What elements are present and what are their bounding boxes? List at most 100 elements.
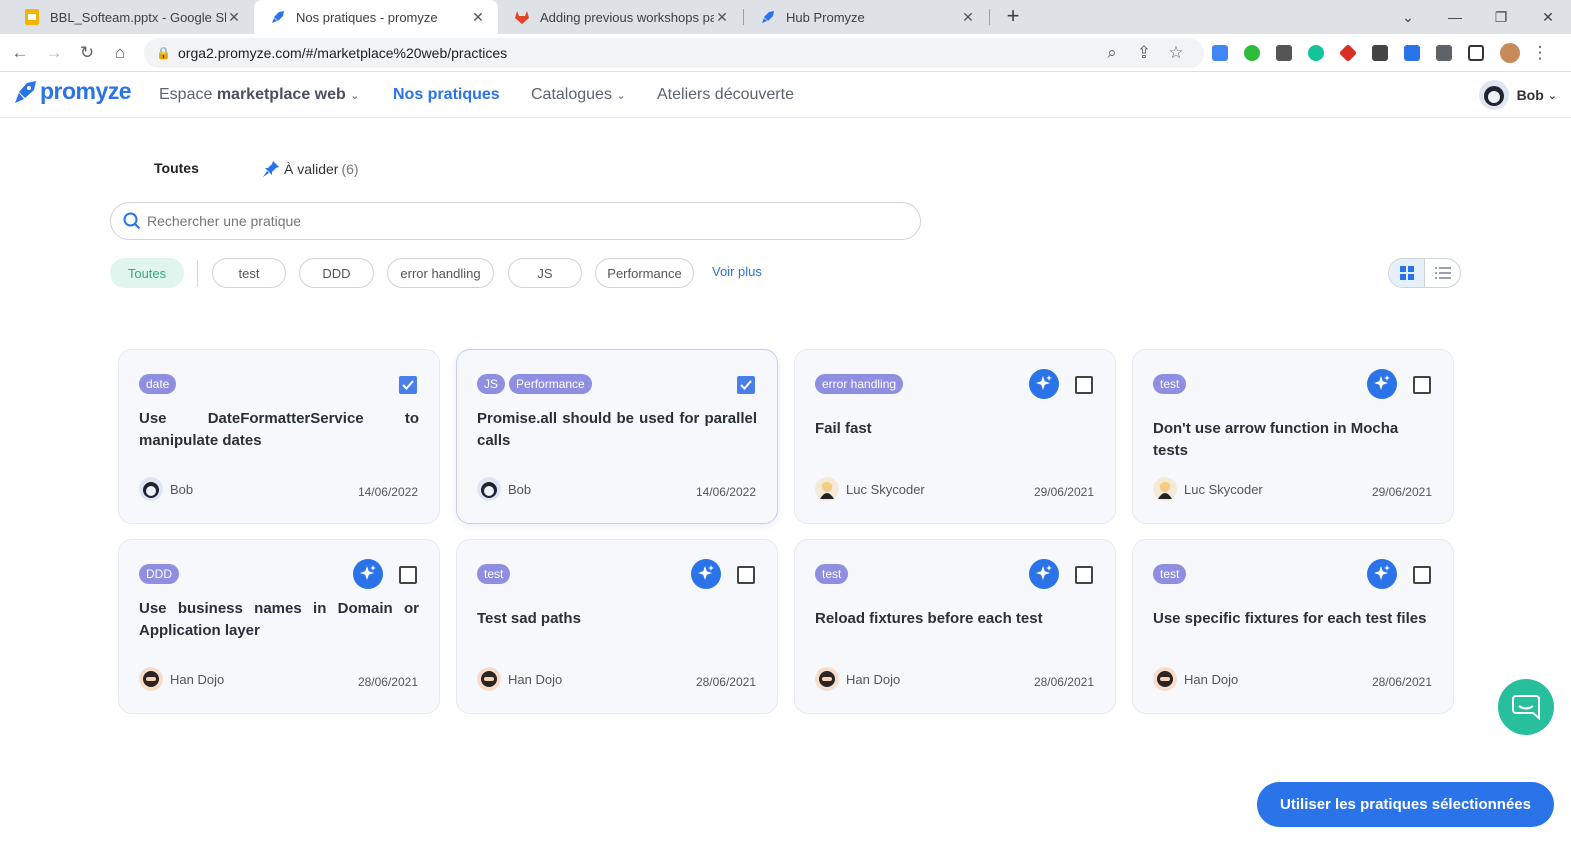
- browser-tab-slides[interactable]: BBL_Softeam.pptx - Google Slide ✕: [8, 0, 254, 34]
- sidepanel-icon[interactable]: [1468, 45, 1484, 61]
- practice-card[interactable]: test Use specific fixtures for each test …: [1132, 539, 1454, 714]
- select-checkbox[interactable]: [1075, 566, 1093, 584]
- tag-badge[interactable]: test: [1153, 564, 1187, 584]
- tab-to-validate[interactable]: À valider (6): [262, 160, 359, 178]
- tag-badge[interactable]: Performance: [509, 374, 592, 394]
- space-selector[interactable]: Espace marketplace web ⌄: [159, 86, 359, 104]
- search-input[interactable]: [147, 213, 847, 229]
- tag-list: date: [139, 374, 177, 394]
- sparkle-icon[interactable]: [1367, 369, 1397, 399]
- grammarly-extension-icon[interactable]: [1308, 45, 1324, 61]
- puzzle-icon[interactable]: [1436, 45, 1452, 61]
- window-close-button[interactable]: ✕: [1533, 4, 1563, 30]
- new-tab-button[interactable]: +: [1000, 4, 1026, 30]
- promyze-extension-icon[interactable]: [1404, 45, 1420, 61]
- browser-tab-gitlab[interactable]: Adding previous workshops pag ✕: [498, 0, 742, 34]
- close-icon[interactable]: ✕: [714, 9, 730, 26]
- tag-badge[interactable]: test: [1153, 374, 1187, 394]
- restore-button[interactable]: ❐: [1486, 4, 1516, 30]
- sparkle-icon[interactable]: [1029, 559, 1059, 589]
- promyze-logo[interactable]: promyze: [14, 78, 132, 105]
- select-checkbox[interactable]: [737, 376, 755, 394]
- practice-title[interactable]: Use business names in Domain or Applicat…: [139, 598, 419, 642]
- browser-tab-hub[interactable]: Hub Promyze ✕: [744, 0, 988, 34]
- practice-card[interactable]: error handling Fail fast Luc Skycoder 29/06…: [794, 349, 1116, 524]
- gray-extension-icon[interactable]: [1276, 45, 1292, 61]
- chip-ddd[interactable]: DDD: [299, 258, 374, 288]
- select-checkbox[interactable]: [737, 566, 755, 584]
- grid-view-icon[interactable]: [1389, 259, 1425, 287]
- user-menu[interactable]: Bob ⌄: [1478, 80, 1557, 110]
- minimize-button[interactable]: —: [1440, 4, 1470, 30]
- kebab-menu-icon[interactable]: ⋮: [1528, 41, 1552, 65]
- practice-title[interactable]: Test sad paths: [477, 608, 757, 630]
- select-checkbox[interactable]: [399, 566, 417, 584]
- practice-card[interactable]: date Use DateFormatterService to manipula…: [118, 349, 440, 524]
- author-name: Han Dojo: [170, 671, 225, 687]
- tab-search-icon[interactable]: ⌄: [1393, 4, 1423, 30]
- author-name: Bob: [508, 481, 532, 497]
- tag-badge[interactable]: test: [815, 564, 849, 584]
- share-icon[interactable]: ⇪: [1132, 41, 1156, 65]
- chip-error-handling[interactable]: error handling: [387, 258, 494, 288]
- browser-tab-active[interactable]: Nos pratiques - promyze ✕: [254, 0, 498, 34]
- practice-title[interactable]: Fail fast: [815, 418, 1095, 440]
- nav-nos-pratiques[interactable]: Nos pratiques: [393, 86, 500, 104]
- practice-title[interactable]: Reload fixtures before each test: [815, 608, 1095, 630]
- practice-card[interactable]: test Don't use arrow function in Mocha te…: [1132, 349, 1454, 524]
- practice-title[interactable]: Use specific fixtures for each test file…: [1153, 608, 1433, 630]
- close-icon[interactable]: ✕: [960, 9, 976, 26]
- select-checkbox[interactable]: [1413, 566, 1431, 584]
- sparkle-icon[interactable]: [691, 559, 721, 589]
- avatar: [1478, 80, 1509, 110]
- list-view-icon[interactable]: [1425, 259, 1460, 287]
- practice-title[interactable]: Don't use arrow function in Mocha tests: [1153, 418, 1433, 462]
- practice-date: 14/06/2022: [695, 485, 756, 499]
- forward-icon[interactable]: →: [42, 41, 66, 65]
- select-checkbox[interactable]: [399, 376, 417, 394]
- red-extension-icon[interactable]: [1338, 43, 1358, 63]
- practice-title[interactable]: Promise.all should be used for parallel …: [477, 408, 757, 452]
- select-checkbox[interactable]: [1075, 376, 1093, 394]
- tab-to-validate-label: À valider: [284, 161, 339, 177]
- author: Luc Skycoder: [1153, 477, 1263, 501]
- home-icon[interactable]: ⌂: [108, 41, 132, 65]
- zoom-icon[interactable]: ⌕: [1100, 41, 1124, 65]
- star-icon[interactable]: ☆: [1164, 41, 1188, 65]
- practice-card[interactable]: test Reload fixtures before each test Han …: [794, 539, 1116, 714]
- chip-performance[interactable]: Performance: [595, 258, 694, 288]
- nav-ateliers[interactable]: Ateliers découverte: [657, 86, 794, 104]
- close-icon[interactable]: ✕: [470, 9, 486, 26]
- url-field[interactable]: 🔒 orga2.promyze.com/#/marketplace%20web/…: [144, 38, 1204, 68]
- practice-card[interactable]: JS Performance Promise.all should be used …: [456, 349, 778, 524]
- tag-badge[interactable]: JS: [477, 374, 506, 394]
- chip-all[interactable]: Toutes: [110, 258, 184, 288]
- select-checkbox[interactable]: [1413, 376, 1431, 394]
- w-extension-icon[interactable]: [1372, 45, 1388, 61]
- chat-launcher[interactable]: [1498, 679, 1554, 735]
- practice-card[interactable]: test Test sad paths Han Dojo 28/06/2021: [456, 539, 778, 714]
- sparkle-icon[interactable]: [353, 559, 383, 589]
- close-icon[interactable]: ✕: [226, 9, 242, 26]
- tag-badge[interactable]: test: [477, 564, 511, 584]
- use-selected-practices-button[interactable]: Utiliser les pratiques sélectionnées: [1257, 782, 1554, 827]
- nav-catalogues[interactable]: Catalogues ⌄: [531, 86, 626, 104]
- see-more-link[interactable]: Voir plus: [712, 264, 762, 279]
- tag-badge[interactable]: error handling: [815, 374, 904, 394]
- tag-badge[interactable]: date: [139, 374, 177, 394]
- sparkle-icon[interactable]: [1367, 559, 1397, 589]
- avatar: [139, 667, 163, 691]
- translate-extension-icon[interactable]: [1212, 45, 1228, 61]
- reload-icon[interactable]: ↻: [75, 41, 99, 65]
- back-icon[interactable]: ←: [8, 41, 32, 65]
- sparkle-icon[interactable]: [1029, 369, 1059, 399]
- practice-title[interactable]: Use DateFormatterService to manipulate d…: [139, 408, 419, 452]
- green-extension-icon[interactable]: [1244, 45, 1260, 61]
- chip-js[interactable]: JS: [508, 258, 582, 288]
- author: Bob: [139, 477, 193, 501]
- tag-badge[interactable]: DDD: [139, 564, 179, 584]
- profile-avatar[interactable]: [1500, 43, 1520, 63]
- tab-all[interactable]: Toutes: [154, 160, 199, 176]
- practice-card[interactable]: DDD Use business names in Domain or Appli…: [118, 539, 440, 714]
- chip-test[interactable]: test: [212, 258, 286, 288]
